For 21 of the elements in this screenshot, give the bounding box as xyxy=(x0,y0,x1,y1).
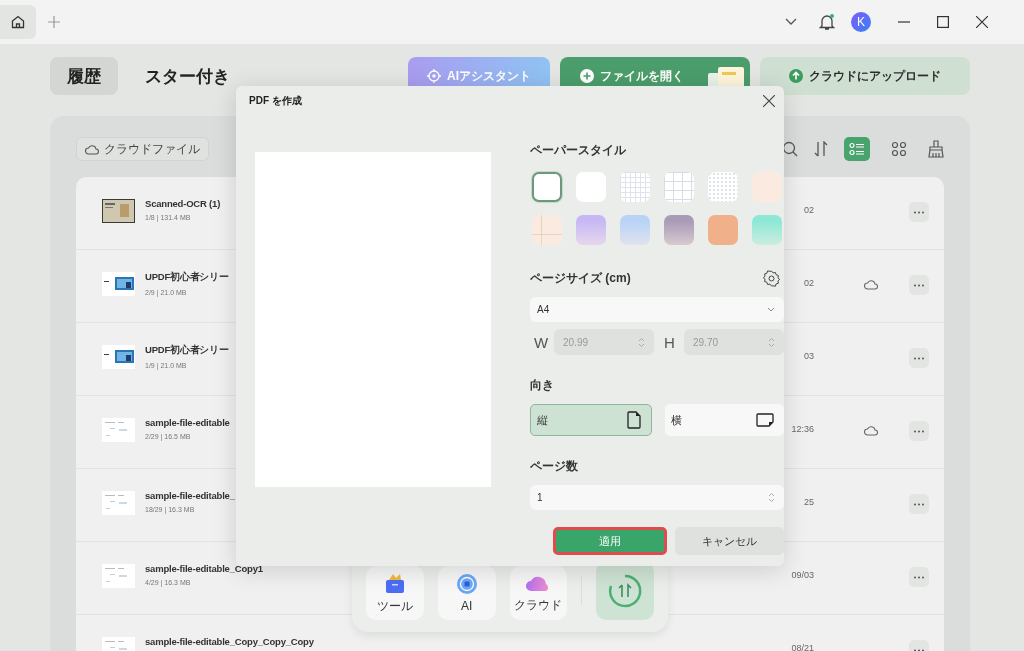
height-label: H xyxy=(664,333,676,351)
file-name: sample-file-editable_Copy1 xyxy=(145,563,263,574)
file-name: UPDF初心者シリー xyxy=(145,344,229,357)
file-name: sample-file-editable_ xyxy=(145,490,235,501)
width-label: W xyxy=(534,333,548,351)
file-date: 02 xyxy=(804,205,814,215)
section-label: ペーパースタイル xyxy=(530,142,626,159)
section-label: 向き xyxy=(530,377,554,394)
file-name: UPDF初心者シリー xyxy=(145,271,229,284)
section-label: ページサイズ (cm) xyxy=(530,270,631,287)
file-name: Scanned-OCR (1) xyxy=(145,198,221,209)
file-date: 12:36 xyxy=(791,424,814,434)
file-date: 03 xyxy=(804,351,814,361)
file-date: 09/03 xyxy=(791,570,814,580)
file-name: sample-file-editable_Copy_Copy_Copy xyxy=(145,636,314,647)
dialog-title: PDF を作成 xyxy=(249,94,302,108)
file-date: 25 xyxy=(804,497,814,507)
section-label: ページ数 xyxy=(530,458,578,475)
file-date: 02 xyxy=(804,278,814,288)
file-date: 08/21 xyxy=(791,643,814,651)
file-name: sample-file-editable xyxy=(145,417,230,428)
